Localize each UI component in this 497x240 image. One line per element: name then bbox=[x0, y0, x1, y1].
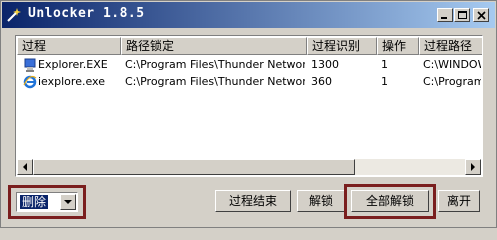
action-select[interactable]: 删除 bbox=[16, 192, 78, 212]
arrow-right-icon bbox=[471, 163, 475, 171]
ie-icon bbox=[23, 75, 37, 89]
minimize-icon bbox=[441, 17, 447, 19]
cell-path: C:\Program Files\Thunder Networ... bbox=[125, 75, 305, 88]
column-header-process-path[interactable]: 过程路径 bbox=[419, 37, 482, 55]
cell-pid: 1300 bbox=[311, 58, 339, 71]
unlocker-window: Unlocker 1.8.5 过程 路径锁定 过程识别 操作 过程路径 Expl bbox=[0, 0, 497, 228]
column-header-pid[interactable]: 过程识别 bbox=[307, 37, 377, 55]
process-list[interactable]: 过程 路径锁定 过程识别 操作 过程路径 Explorer.EXE C:\Pro… bbox=[15, 35, 483, 177]
window-title: Unlocker 1.8.5 bbox=[28, 6, 145, 21]
quit-button[interactable]: 离开 bbox=[438, 190, 480, 212]
title-bar[interactable]: Unlocker 1.8.5 bbox=[2, 2, 495, 28]
cell-path: C:\Program Files\Thunder Networ... bbox=[125, 58, 305, 71]
maximize-icon bbox=[458, 11, 467, 19]
kill-process-button[interactable]: 过程结束 bbox=[215, 190, 291, 212]
column-header-process[interactable]: 过程 bbox=[17, 37, 121, 55]
unlock-all-button[interactable]: 全部解锁 bbox=[351, 190, 429, 212]
explorer-icon bbox=[24, 58, 36, 72]
cell-process-path: C:\Program bbox=[423, 75, 481, 88]
maximize-button[interactable] bbox=[454, 8, 470, 22]
horizontal-scrollbar[interactable] bbox=[17, 159, 481, 175]
unlock-button[interactable]: 解锁 bbox=[297, 190, 345, 212]
minimize-button[interactable] bbox=[437, 8, 453, 22]
close-button[interactable] bbox=[473, 8, 489, 22]
cell-operation: 1 bbox=[381, 75, 388, 88]
column-header-locked-path[interactable]: 路径锁定 bbox=[121, 37, 307, 55]
cell-process: Explorer.EXE bbox=[38, 58, 108, 71]
dropdown-button[interactable] bbox=[60, 194, 76, 210]
cell-process: iexplore.exe bbox=[38, 75, 105, 88]
scroll-left-button[interactable] bbox=[17, 159, 33, 175]
arrow-left-icon bbox=[23, 163, 27, 171]
scroll-right-button[interactable] bbox=[465, 159, 481, 175]
scrollbar-thumb[interactable] bbox=[33, 159, 355, 175]
wand-icon bbox=[7, 8, 21, 22]
close-icon bbox=[477, 11, 486, 20]
column-header-operation[interactable]: 操作 bbox=[377, 37, 419, 55]
cell-operation: 1 bbox=[381, 58, 388, 71]
cell-pid: 360 bbox=[311, 75, 332, 88]
chevron-down-icon bbox=[64, 200, 72, 204]
cell-process-path: C:\WINDOW bbox=[423, 58, 481, 71]
action-select-value: 删除 bbox=[20, 195, 49, 209]
